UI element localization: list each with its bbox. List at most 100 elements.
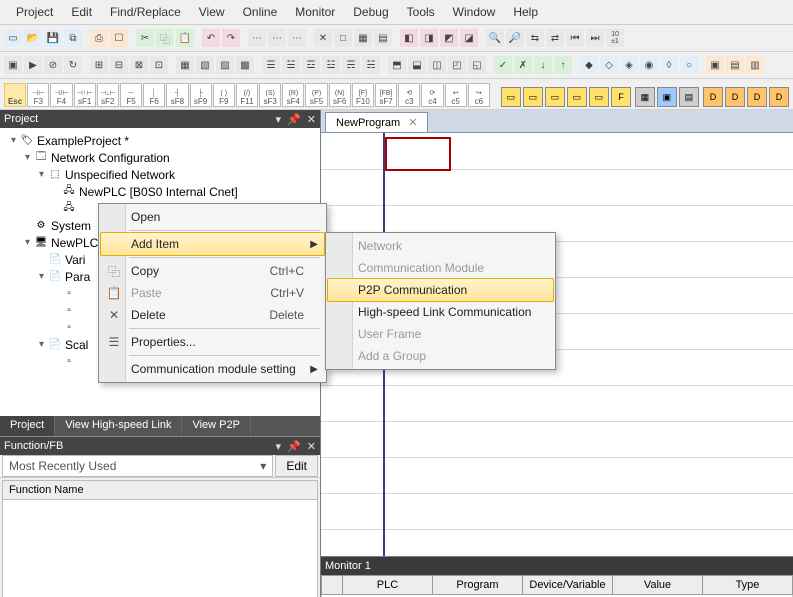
tool-icon[interactable]: ◊ [660,56,678,74]
tool-icon[interactable]: 10±1 [606,29,624,47]
tool-icon[interactable]: ⬓ [408,56,426,74]
document-tab-newprogram[interactable]: NewProgram ✕ [325,112,428,132]
tab-project[interactable]: Project [0,416,55,436]
monitor-col-program[interactable]: Program [433,575,523,595]
menu-edit[interactable]: Edit [63,3,100,21]
view-btn[interactable]: ▭ [523,87,543,107]
tool-icon[interactable]: □ [334,29,352,47]
tool-icon[interactable]: ⊞ [90,56,108,74]
monitor-col-type[interactable]: Type [703,575,793,595]
monitor-col-device[interactable]: Device/Variable [523,575,613,595]
tool-icon[interactable]: ⋯ [288,29,306,47]
tool-icon[interactable]: ◰ [448,56,466,74]
tool-icon[interactable]: ⋯ [268,29,286,47]
fk-sf8[interactable]: ┤sF8 [166,83,188,107]
tool-icon[interactable]: ↑ [554,56,572,74]
tool-icon[interactable]: ▥ [746,56,764,74]
ctx-delete[interactable]: ✕ Delete Delete [101,304,324,326]
view-btn[interactable]: ▣ [657,87,677,107]
dropdown-icon[interactable]: ▾ [276,440,282,453]
fk-sf7[interactable]: [FB]sF7 [375,83,397,107]
tool-icon[interactable]: ⋯ [248,29,266,47]
view-btn[interactable]: ▦ [635,87,655,107]
monitor-col-plc[interactable]: PLC [343,575,433,595]
tool-icon[interactable]: ▣ [706,56,724,74]
ctx-copy[interactable]: ⿻ Copy Ctrl+C [101,260,324,282]
tool-icon[interactable]: ☱ [282,56,300,74]
find-icon[interactable]: 🔍 [486,29,504,47]
fk-f11[interactable]: (/)F11 [236,83,258,107]
tool-icon[interactable]: ✕ [314,29,332,47]
tool-icon[interactable]: ▦ [176,56,194,74]
copy-icon[interactable]: ⿻ [156,29,174,47]
ctx-open[interactable]: Open [101,206,324,228]
menu-help[interactable]: Help [505,3,546,21]
monitor-col-blank[interactable] [321,575,343,595]
ctx-add-user-frame[interactable]: User Frame [328,323,553,345]
menu-debug[interactable]: Debug [345,3,396,21]
stop-icon[interactable]: ⊘ [44,56,62,74]
fk-f4[interactable]: ⊣/⊢F4 [50,83,72,107]
play-icon[interactable]: ▶ [24,56,42,74]
ctx-add-p2p[interactable]: P2P Communication [327,278,554,302]
tool-icon[interactable]: ◉ [640,56,658,74]
fk-f10[interactable]: [F]F10 [352,83,374,107]
fk-sf6[interactable]: (N)sF6 [329,83,351,107]
tool-icon[interactable]: ◧ [400,29,418,47]
function-list-body[interactable] [2,500,318,597]
tree-newplc-cnet[interactable]: 🖧 NewPLC [B0S0 Internal Cnet] [0,183,320,200]
open-icon[interactable]: 📂 [24,29,42,47]
fk-sf2[interactable]: ⊣↓⊢sF2 [97,83,119,107]
menu-findreplace[interactable]: Find/Replace [102,3,189,21]
tool-icon[interactable]: ⏭ [586,29,604,47]
cut-icon[interactable]: ✂ [136,29,154,47]
tool-icon[interactable]: ⇄ [546,29,564,47]
view-btn[interactable]: D [747,87,767,107]
tool-icon[interactable]: ◨ [420,29,438,47]
esc-key[interactable]: Esc [4,83,26,107]
ctx-properties[interactable]: ☰ Properties... [101,331,324,353]
fk-f9[interactable]: ( )F9 [213,83,235,107]
ctx-add-network[interactable]: Network [328,235,553,257]
tool-icon[interactable]: ◇ [600,56,618,74]
close-icon[interactable]: ✕ [307,440,316,453]
ctx-paste[interactable]: 📋 Paste Ctrl+V [101,282,324,304]
fk-c3[interactable]: ⟲c3 [398,83,420,107]
tool-icon[interactable]: ◫ [428,56,446,74]
view-btn[interactable]: F [611,87,631,107]
preview-icon[interactable]: ☐ [110,29,128,47]
tool-icon[interactable]: ⊡ [150,56,168,74]
mru-dropdown[interactable]: Most Recently Used▾ [2,455,273,477]
view-btn[interactable]: ▤ [679,87,699,107]
tool-icon[interactable]: ◩ [440,29,458,47]
tool-icon[interactable]: ☴ [342,56,360,74]
print-icon[interactable]: ⎙ [90,29,108,47]
ctx-add-group[interactable]: Add a Group [328,345,553,367]
fk-sf1[interactable]: ⊣↑⊢sF1 [74,83,96,107]
fk-f5[interactable]: ─F5 [120,83,142,107]
menu-tools[interactable]: Tools [399,3,443,21]
ctx-add-comm-module[interactable]: Communication Module [328,257,553,279]
pin-icon[interactable]: 📌 [287,440,301,453]
paste-icon[interactable]: 📋 [176,29,194,47]
ctx-add-item[interactable]: Add Item ▶ [100,232,325,256]
new-icon[interactable]: ▭ [4,29,22,47]
tool-icon[interactable]: ⬒ [388,56,406,74]
tool-icon[interactable]: ✓ [494,56,512,74]
tool-icon[interactable]: ⇆ [526,29,544,47]
view-btn[interactable]: ▭ [545,87,565,107]
tool-icon[interactable]: ◪ [460,29,478,47]
fk-sf4[interactable]: (R)sF4 [282,83,304,107]
view-btn[interactable]: D [725,87,745,107]
view-btn[interactable]: ▭ [567,87,587,107]
tool-icon[interactable]: ☳ [322,56,340,74]
tool-icon[interactable]: ▤ [374,29,392,47]
menu-window[interactable]: Window [445,3,504,21]
tool-icon[interactable]: ↻ [64,56,82,74]
menu-project[interactable]: Project [8,3,61,21]
tool-icon[interactable]: ✗ [514,56,532,74]
fk-f3[interactable]: ⊣⊢F3 [27,83,49,107]
tool-icon[interactable]: ▩ [236,56,254,74]
fk-c4[interactable]: ⟳c4 [421,83,443,107]
fk-sf5[interactable]: (P)sF5 [305,83,327,107]
